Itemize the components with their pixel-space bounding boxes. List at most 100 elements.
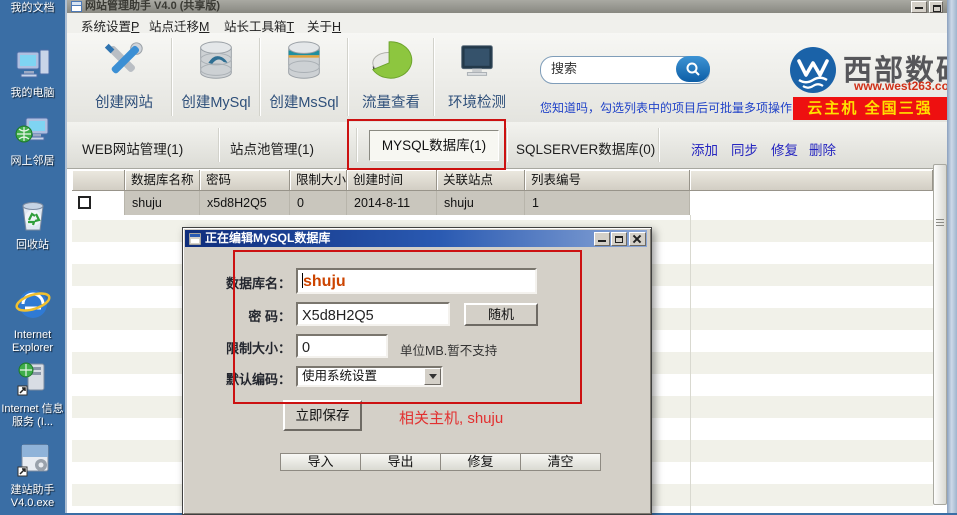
dialog-titlebar: 正在编辑MySQL数据库 [185,230,647,247]
table-header-size-limit[interactable]: 限制大小 [290,170,347,191]
desktop-label: 建站助手 V4.0.exe [0,484,65,510]
table-header-create-time[interactable]: 创建时间 [347,170,437,191]
db-name-value: shuju [303,273,346,290]
desktop-label: Internet 信息服务 (I... [0,403,65,429]
tab-separator [218,128,220,162]
maximize-icon [615,236,623,243]
toolbar-label: 创建MySql [174,91,258,112]
app-shortcut-icon [0,441,65,484]
encoding-label: 默认编码： [226,369,291,388]
toolbar-label: 流量查看 [350,91,432,112]
db-name-input[interactable]: shuju [296,268,537,294]
row-checkbox-cell [72,191,125,215]
search-input[interactable]: 搜索 [540,56,710,84]
desktop-label: Internet Explorer [0,329,65,355]
pie-chart-icon [368,38,414,84]
vertical-scrollbar[interactable] [933,164,947,505]
export-button[interactable]: 导出 [360,453,441,471]
west263-logo-icon [789,46,837,94]
cell-db-name: shuju [125,191,200,215]
tab-site-pool-management[interactable]: 站点池管理(1) [230,138,314,158]
table-header-related-site[interactable]: 关联站点 [437,170,525,191]
toolbar-separator [433,38,435,116]
action-add-link[interactable]: 添加 [691,139,718,159]
desktop-item-site-builder-app[interactable]: 建站助手 V4.0.exe [0,441,65,510]
desktop-item-my-computer[interactable]: 我的电脑 [0,44,65,100]
size-limit-note: 单位MB.暂不支持 [400,340,497,359]
screen: { "desktop": { "items": [ {"label": "我的文… [0,0,957,513]
table-column-divider [690,215,691,513]
tab-sqlserver-database[interactable]: SQLSERVER数据库(0) [516,138,655,158]
desktop-item-internet-explorer[interactable]: Internet Explorer [0,284,65,355]
toolbar-create-mysql-button[interactable]: 创建MySql [174,38,258,118]
app-window-icon [71,1,82,12]
mysql-db-icon [193,38,239,84]
chevron-down-icon [429,374,437,383]
brand-url[interactable]: www.west263.com [854,79,957,93]
toolbar-create-mssql-button[interactable]: 创建MsSql [262,38,346,118]
table-header-db-name[interactable]: 数据库名称 [125,170,200,191]
desktop-item-iis[interactable]: Internet 信息服务 (I... [0,360,65,429]
tab-separator [506,128,508,162]
tab-web-site-management[interactable]: WEB网站管理(1) [82,138,183,158]
encoding-dropdown-button[interactable] [424,368,441,385]
toolbar-label: 创建MsSql [262,91,346,112]
password-input[interactable]: X5d8H2Q5 [296,302,450,326]
desktop-item-my-documents[interactable]: 我的文档 [0,2,65,15]
table-row[interactable]: shuju x5d8H2Q5 0 2014-8-11 13:1... shuju… [72,191,933,215]
size-limit-label: 限制大小： [226,338,291,357]
cell-list-number: 1 [525,191,690,215]
toolbar-environment-check-button[interactable]: 环境检测 [436,38,518,118]
search-button[interactable] [676,56,710,82]
table-header-password[interactable]: 密码 [200,170,290,191]
desktop-item-recycle-bin[interactable]: 回收站 [0,196,65,252]
main-titlebar: 网站管理助手 V4.0 (共享版) [67,0,954,13]
toolbar-separator [259,38,261,116]
toolbar-traffic-view-button[interactable]: 流量查看 [350,38,432,118]
cell-size-limit: 0 [290,191,347,215]
desktop-item-network[interactable]: 网上邻居 [0,112,65,168]
computer-icon [0,44,65,87]
cell-related-site: shuju [437,191,525,215]
tab-mysql-database[interactable]: MYSQL数据库(1) [369,130,499,161]
tab-separator [356,128,358,162]
toolbar-label: 环境检测 [436,91,518,112]
window-right-border [947,0,957,513]
db-name-label: 数据库名： [226,273,291,292]
tip-text: 您知道吗，勾选列表中的项目后可批量多项操作 [540,99,792,116]
action-delete-link[interactable]: 删除 [809,139,836,159]
ad-banner[interactable]: 云主机 全国三强 [793,97,947,120]
action-repair-link[interactable]: 修复 [771,139,798,159]
repair-button[interactable]: 修复 [440,453,521,471]
cell-create-time: 2014-8-11 13:1... [347,191,437,215]
save-now-button[interactable]: 立即保存 [283,400,362,431]
size-limit-input[interactable]: 0 [296,334,388,358]
random-password-button[interactable]: 随机 [464,303,538,326]
minimize-button[interactable] [911,1,927,13]
ie-icon [0,284,65,329]
clear-button[interactable]: 清空 [520,453,601,471]
desktop-label: 我的电脑 [0,87,65,100]
maximize-icon [933,5,941,12]
row-checkbox[interactable] [78,196,91,209]
minimize-icon [915,7,923,9]
toolbar-create-website-button[interactable]: 创建网站 [78,38,170,118]
tab-separator [658,128,660,162]
dialog-close-button[interactable] [629,232,646,246]
dialog-maximize-button[interactable] [611,232,627,246]
related-host-text: 相关主机, shuju [399,407,503,428]
maximize-button[interactable] [929,1,943,13]
action-sync-link[interactable]: 同步 [731,139,758,159]
desktop-label: 我的文档 [0,2,65,15]
table-header-checkbox[interactable] [72,170,125,191]
table-header-list-number[interactable]: 列表编号 [525,170,690,191]
window-title: 网站管理助手 V4.0 (共享版) [85,0,220,12]
mssql-db-icon [281,38,327,84]
menubar: 系统设置P 站点迁移M 站长工具箱T 关于H [67,13,947,34]
toolbar-separator [347,38,349,116]
import-button[interactable]: 导入 [280,453,361,471]
encoding-select[interactable]: 使用系统设置 [296,366,443,387]
password-label: 密 码： [226,306,291,325]
scrollbar-grip-icon [934,219,946,226]
dialog-minimize-button[interactable] [594,232,610,246]
